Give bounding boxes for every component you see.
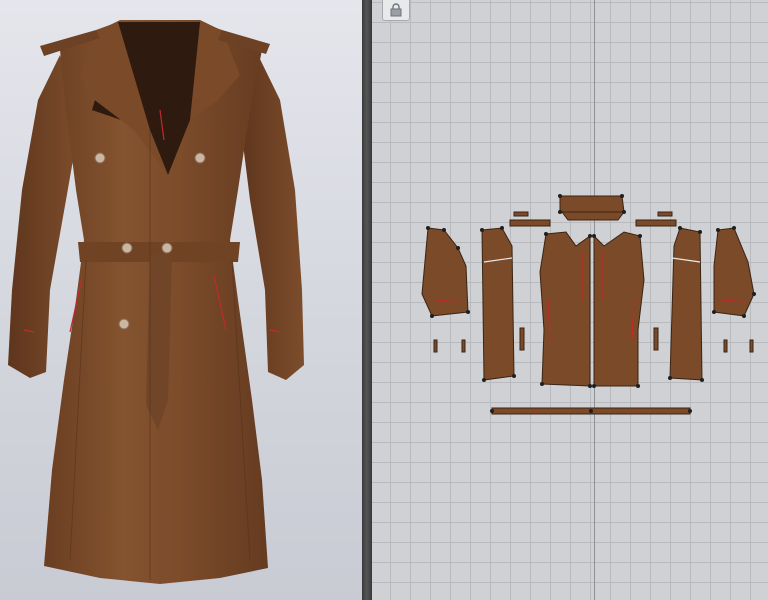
pattern-piece-epaulette-left-2[interactable] [509, 219, 551, 227]
pattern-piece-loop[interactable] [653, 327, 659, 351]
viewport-2d-pattern[interactable] [372, 0, 768, 600]
pattern-piece-sleeve-left[interactable] [421, 227, 469, 317]
pattern-piece-epaulette-left[interactable] [513, 211, 529, 217]
pattern-piece-tab[interactable] [749, 339, 754, 353]
pattern-piece-collar-stand[interactable] [561, 211, 625, 221]
button-3d [118, 318, 130, 330]
pattern-piece-collar[interactable] [559, 195, 625, 213]
pattern-piece-epaulette-right[interactable] [657, 211, 673, 217]
pattern-piece-tab[interactable] [433, 339, 438, 353]
pattern-piece-sleeve-right[interactable] [713, 227, 755, 317]
button-3d [161, 242, 173, 254]
pattern-piece-tab[interactable] [723, 339, 728, 353]
viewport-3d[interactable] [0, 0, 362, 600]
viewport-splitter[interactable] [362, 0, 372, 600]
pattern-piece-loop[interactable] [519, 327, 525, 351]
button-3d [94, 152, 106, 164]
pattern-piece-tab[interactable] [461, 339, 466, 353]
pattern-piece-epaulette-right-2[interactable] [635, 219, 677, 227]
garment-3d-render[interactable] [0, 0, 362, 600]
pattern-piece-side-back-left[interactable] [481, 227, 515, 381]
button-3d [194, 152, 206, 164]
button-3d [121, 242, 133, 254]
pattern-piece-side-back-right[interactable] [669, 227, 703, 381]
